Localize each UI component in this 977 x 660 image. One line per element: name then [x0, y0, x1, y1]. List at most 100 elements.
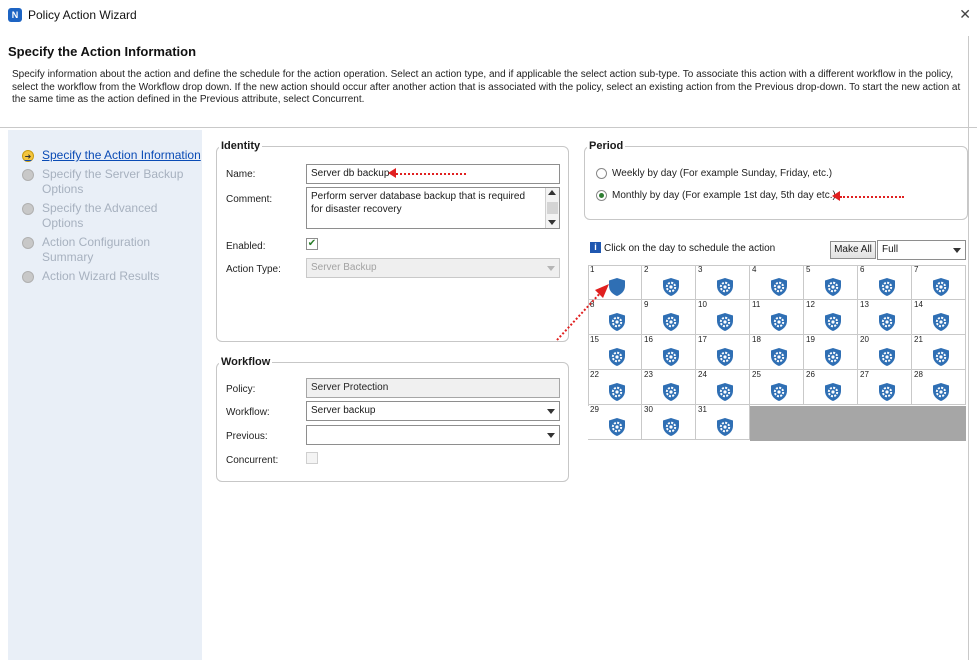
name-label: Name: [226, 169, 256, 180]
policy-field: Server Protection [306, 378, 560, 398]
calendar-day-24[interactable]: 24 [696, 370, 750, 405]
calendar-day-28[interactable]: 28 [912, 370, 966, 405]
weekly-radio-label: Weekly by day (For example Sunday, Frida… [612, 168, 833, 179]
calendar-day-21[interactable]: 21 [912, 335, 966, 370]
annotation-arrow-day1 [556, 284, 609, 341]
calendar-day-7[interactable]: 7 [912, 265, 966, 300]
gear-hub [615, 390, 619, 394]
gear-shield-icon [933, 348, 949, 366]
identity-group-title: Identity [219, 140, 263, 152]
gear-shield-icon [717, 348, 733, 366]
annotation-arrow-line [556, 289, 604, 341]
weekly-radio-option[interactable]: Weekly by day (For example Sunday, Frida… [596, 168, 832, 179]
chevron-down-icon [953, 248, 961, 253]
calendar-day-12[interactable]: 12 [804, 300, 858, 335]
gear-shield-icon [771, 313, 787, 331]
monthly-radio-label: Monthly by day (For example 1st day, 5th… [612, 190, 836, 201]
calendar-day-number: 26 [806, 370, 815, 379]
nav-step-advanced-options[interactable]: Specify the Advanced Options [22, 201, 202, 231]
scroll-up-icon[interactable] [548, 190, 556, 195]
make-all-button[interactable]: Make All [830, 241, 876, 259]
gear-hub [939, 320, 943, 324]
calendar-day-number: 16 [644, 335, 653, 344]
calendar-day-31[interactable]: 31 [696, 405, 750, 440]
chevron-down-icon [547, 266, 555, 271]
calendar-day-number: 25 [752, 370, 761, 379]
calendar-day-14[interactable]: 14 [912, 300, 966, 335]
action-type-select: Server Backup [306, 258, 560, 278]
nav-step-wizard-results[interactable]: Action Wizard Results [22, 269, 202, 284]
concurrent-label: Concurrent: [226, 455, 279, 466]
step-bullet-icon [22, 237, 34, 249]
backup-level-select[interactable]: Full [877, 240, 966, 260]
weekly-radio[interactable] [596, 168, 607, 179]
enabled-checkbox[interactable]: ✔ [306, 238, 318, 250]
gear-hub [831, 285, 835, 289]
calendar-day-27[interactable]: 27 [858, 370, 912, 405]
comment-field[interactable]: Perform server database backup that is r… [306, 187, 560, 229]
calendar-day-22[interactable]: 22 [588, 370, 642, 405]
gear-shield-icon [879, 313, 895, 331]
calendar-day-9[interactable]: 9 [642, 300, 696, 335]
gear-shield-icon [771, 348, 787, 366]
monthly-radio-option[interactable]: Monthly by day (For example 1st day, 5th… [596, 190, 836, 201]
calendar-day-number: 4 [752, 265, 757, 274]
nav-step-label: Action Wizard Results [42, 269, 160, 283]
calendar-day-30[interactable]: 30 [642, 405, 696, 440]
workflow-group-title: Workflow [219, 356, 273, 368]
calendar-day-19[interactable]: 19 [804, 335, 858, 370]
calendar-day-10[interactable]: 10 [696, 300, 750, 335]
scroll-thumb[interactable] [547, 202, 558, 214]
gear-hub [669, 425, 673, 429]
calendar-day-number: 5 [806, 265, 811, 274]
calendar-day-17[interactable]: 17 [696, 335, 750, 370]
gear-hub [723, 320, 727, 324]
previous-select[interactable] [306, 425, 560, 445]
annotation-arrow-name-line [396, 173, 466, 175]
calendar-day-2[interactable]: 2 [642, 265, 696, 300]
calendar-day-29[interactable]: 29 [588, 405, 642, 440]
comment-text: Perform server database backup that is r… [311, 191, 525, 215]
gear-hub [831, 390, 835, 394]
calendar-day-25[interactable]: 25 [750, 370, 804, 405]
concurrent-checkbox[interactable] [306, 452, 318, 464]
calendar-day-3[interactable]: 3 [696, 265, 750, 300]
calendar-day-number: 31 [698, 405, 707, 414]
workflow-select[interactable]: Server backup [306, 401, 560, 421]
gear-shield-icon [933, 313, 949, 331]
calendar-day-13[interactable]: 13 [858, 300, 912, 335]
gear-hub [723, 285, 727, 289]
calendar-day-4[interactable]: 4 [750, 265, 804, 300]
monthly-radio[interactable] [596, 190, 607, 201]
nav-step-action-information[interactable]: ➜ Specify the Action Information [22, 148, 202, 163]
calendar-day-number: 21 [914, 335, 923, 344]
annotation-arrow-monthly [832, 191, 840, 201]
gear-shield-icon [609, 383, 625, 401]
current-step-arrow-icon: ➜ [22, 150, 34, 162]
scroll-down-icon[interactable] [548, 220, 556, 225]
close-icon[interactable]: ✕ [959, 6, 971, 23]
calendar-day-number: 24 [698, 370, 707, 379]
calendar-day-number: 19 [806, 335, 815, 344]
gear-hub [615, 425, 619, 429]
gear-hub [831, 320, 835, 324]
calendar-day-16[interactable]: 16 [642, 335, 696, 370]
gear-hub [777, 390, 781, 394]
calendar-day-23[interactable]: 23 [642, 370, 696, 405]
calendar-day-number: 9 [644, 300, 649, 309]
gear-shield-icon [663, 418, 679, 436]
gear-shield-icon [609, 348, 625, 366]
calendar-day-6[interactable]: 6 [858, 265, 912, 300]
calendar-day-26[interactable]: 26 [804, 370, 858, 405]
calendar-day-20[interactable]: 20 [858, 335, 912, 370]
comment-scrollbar[interactable] [545, 188, 559, 228]
gear-hub [939, 355, 943, 359]
gear-shield-icon [771, 278, 787, 296]
calendar-day-11[interactable]: 11 [750, 300, 804, 335]
calendar-day-5[interactable]: 5 [804, 265, 858, 300]
nav-step-server-backup-options[interactable]: Specify the Server Backup Options [22, 167, 202, 197]
nav-step-configuration-summary[interactable]: Action Configuration Summary [22, 235, 202, 265]
calendar-day-18[interactable]: 18 [750, 335, 804, 370]
title-bar: N Policy Action Wizard ✕ [0, 0, 977, 30]
nav-step-label: Specify the Advanced Options [42, 201, 158, 230]
